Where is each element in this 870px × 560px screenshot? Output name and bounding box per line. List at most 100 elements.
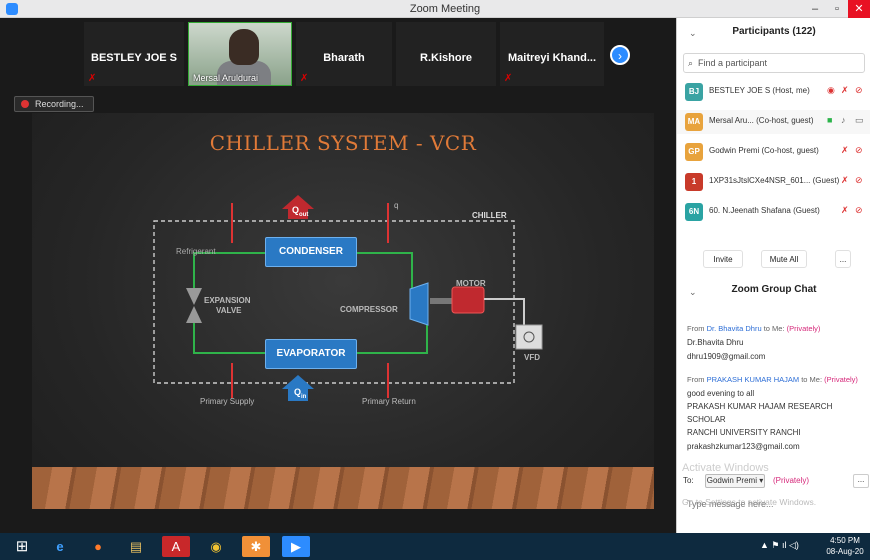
shared-slide: CHILLER SYSTEM - VCR CONDENSER EVAPORATO… (32, 113, 654, 533)
chat-line: SCHOLAR (687, 415, 726, 424)
start-icon[interactable]: ⊞ (8, 536, 36, 557)
sender-name[interactable]: Dr. Bhavita Dhru (707, 324, 762, 333)
clock[interactable]: 4:50 PM 08-Aug-20 (820, 535, 870, 557)
activate-windows-sub: Go to Settings to activate Windows. (682, 497, 817, 507)
from-label: From (687, 375, 705, 384)
refrigerant-line (193, 252, 265, 288)
chat-line: PRAKASH KUMAR HAJAM RESEARCH (687, 402, 833, 411)
muted-mic-icon[interactable]: ✗ (841, 145, 849, 156)
muted-mic-icon: ✗ (88, 73, 97, 84)
motor-label: MOTOR (456, 279, 486, 288)
chat-line: good evening to all (687, 389, 755, 398)
record-dot-icon (21, 100, 29, 108)
participant-row[interactable]: 6N 60. N.Jeenath Shafana (Guest) ✗ ⊘ (677, 200, 870, 224)
participant-row[interactable]: 1 1XP31sJtslCXe4NSR_601... (Guest) ✗ ⊘ (677, 170, 870, 194)
participant-row[interactable]: MA Mersal Aru... (Co-host, guest) ■ ♪ ▭ (677, 110, 870, 134)
clock-date: 08-Aug-20 (826, 547, 864, 556)
valve-shape (186, 288, 202, 305)
participant-name: 1XP31sJtslCXe4NSR_601... (Guest) (709, 176, 839, 185)
to-prefix: To: (683, 476, 694, 485)
maximize-button[interactable]: ▫ (826, 0, 848, 18)
valve-label: VALVE (216, 306, 242, 315)
muted-mic-icon[interactable]: ✗ (841, 205, 849, 216)
tile-name: Bharath (323, 52, 365, 64)
close-button[interactable]: ✕ (848, 0, 870, 18)
chiller-label: CHILLER (472, 211, 507, 220)
primary-return-label: Primary Return (362, 397, 416, 406)
to-label: to Me: (801, 375, 823, 384)
title-bar: Zoom Meeting – ▫ ✕ (0, 0, 870, 18)
stage-bottom (32, 509, 654, 533)
zoom-icon[interactable]: ▶ (282, 536, 310, 557)
compressor-label: COMPRESSOR (340, 305, 398, 314)
explorer-icon[interactable]: ▤ (122, 536, 150, 557)
vfd-wire (484, 298, 525, 325)
participant-row[interactable]: BJ BESTLEY JOE S (Host, me) ◉ ✗ ⊘ (677, 80, 870, 104)
q-in-q: Q (294, 387, 302, 397)
side-panel: ⌄ Participants (122) ⌕ Find a participan… (676, 18, 870, 533)
zoom-app-icon (6, 3, 18, 15)
avatar: BJ (685, 83, 703, 101)
privately-label: (Privately) (773, 476, 810, 485)
privately-label: (Privately) (786, 324, 821, 333)
ie-icon[interactable]: e (46, 536, 74, 557)
video-off-icon[interactable]: ⊘ (855, 145, 863, 156)
video-icon[interactable]: ▭ (855, 115, 864, 126)
video-tile[interactable]: Mersal Aruldurai (188, 22, 292, 86)
q-out-q: Q (292, 205, 300, 215)
system-tray[interactable]: ▲ ⚑ ıl ◁) (760, 540, 799, 551)
muted-mic-icon: ✗ (300, 73, 309, 84)
mic-icon[interactable]: ♪ (841, 115, 846, 125)
participant-name: Mersal Aru... (Co-host, guest) (709, 116, 814, 125)
participant-name: Godwin Premi (Co-host, guest) (709, 146, 819, 155)
person-face (229, 29, 259, 65)
participant-name: 60. N.Jeenath Shafana (Guest) (709, 206, 820, 215)
muted-mic-icon[interactable]: ✗ (841, 85, 849, 96)
participant-actions: Invite Mute All ... (677, 248, 870, 270)
more-button[interactable]: ... (835, 250, 851, 268)
muted-mic-icon[interactable]: ✗ (841, 175, 849, 186)
chat-line: prakashzkumar123@gmail.com (687, 442, 800, 451)
chat-recipient-row: To: Godwin Premi ▾ (Privately) ... (683, 474, 869, 490)
sender-name[interactable]: PRAKASH KUMAR HAJAM (707, 375, 800, 384)
chrome-icon[interactable]: ◉ (202, 536, 230, 557)
refrigerant-line (357, 325, 428, 354)
participants-header: Participants (122) (732, 26, 816, 37)
participant-tile[interactable]: R.Kishore (396, 22, 496, 86)
next-page-button[interactable]: › (610, 45, 630, 65)
participant-search-input[interactable]: ⌕ Find a participant (683, 53, 865, 73)
search-placeholder: Find a participant (698, 58, 768, 68)
app-icon[interactable]: ✱ (242, 536, 270, 557)
recipient-select[interactable]: Godwin Premi ▾ (705, 474, 765, 488)
acrobat-icon[interactable]: A (162, 536, 190, 557)
stage-floor (32, 467, 654, 509)
participant-row[interactable]: GP Godwin Premi (Co-host, guest) ✗ ⊘ (677, 140, 870, 164)
participant-tile[interactable]: BESTLEY JOE S ✗ (84, 22, 184, 86)
vfd-shape (515, 324, 543, 350)
refrigerant-label: Refrigerant (176, 247, 216, 256)
minimize-button[interactable]: – (804, 0, 826, 18)
avatar: MA (685, 113, 703, 131)
evaporator-box: EVAPORATOR (265, 339, 357, 369)
firefox-icon[interactable]: ● (84, 536, 112, 557)
chat-more-button[interactable]: ... (853, 474, 869, 488)
chat-line: RANCHI UNIVERSITY RANCHI (687, 428, 801, 437)
recording-indicator[interactable]: Recording... (14, 96, 94, 112)
video-off-icon[interactable]: ⊘ (855, 175, 863, 186)
participant-tile[interactable]: Maitreyi Khand... ✗ (500, 22, 604, 86)
mute-all-button[interactable]: Mute All (761, 250, 807, 268)
search-icon: ⌕ (688, 58, 694, 68)
chat-line: Dr.Bhavita Dhru (687, 338, 744, 347)
screen-share-icon: ■ (827, 115, 833, 125)
tile-name: BESTLEY JOE S (91, 52, 177, 64)
valve-shape (186, 306, 202, 323)
chat-header: Zoom Group Chat (731, 284, 817, 295)
chat-message-meta: From Dr. Bhavita Dhru to Me: (Privately) (687, 324, 867, 333)
video-off-icon[interactable]: ⊘ (855, 205, 863, 216)
invite-button[interactable]: Invite (703, 250, 743, 268)
participant-tile[interactable]: Bharath ✗ (296, 22, 392, 86)
refrigerant-line (193, 323, 265, 354)
refrigerant-line (357, 252, 413, 288)
video-off-icon[interactable]: ⊘ (855, 85, 863, 96)
from-label: From (687, 324, 705, 333)
